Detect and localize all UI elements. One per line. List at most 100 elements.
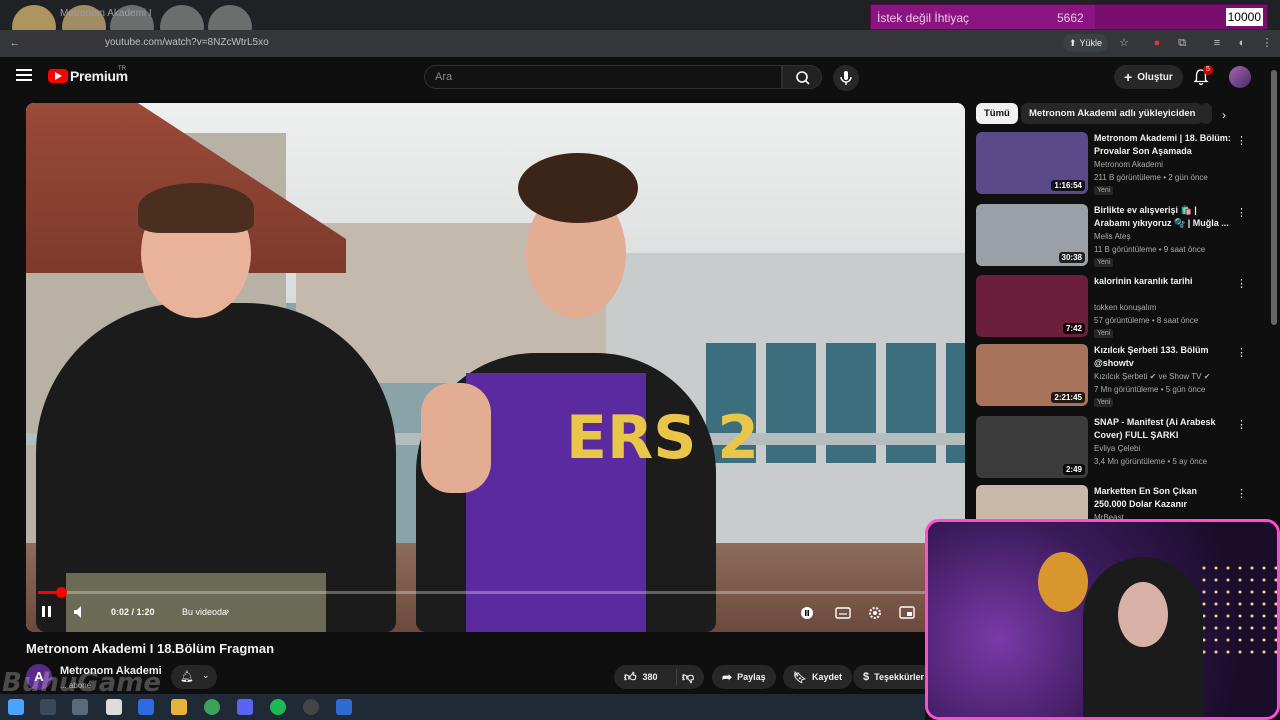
recommendation-meta: 7 Mn görüntüleme • 5 gün önce [1094,385,1206,394]
account-avatar[interactable] [1229,66,1251,88]
voice-search-button[interactable] [833,65,859,91]
like-button[interactable]: 👍︎ 380 [624,670,658,685]
donation-goal-current: 5662 [1057,11,1084,25]
more-options-icon[interactable]: ⋮ [1236,418,1247,431]
task-view-icon[interactable] [72,699,88,715]
recommendation-title[interactable]: Birlikte ev alışverişi 🛍️ | Arabamı yıkı… [1094,204,1232,230]
tab-title[interactable]: Metronom Akademi I [60,8,152,19]
video-thumbnail[interactable]: 30:38 [976,204,1088,266]
record-extension-icon[interactable]: ● [1150,36,1164,50]
page-scrollbar[interactable] [1271,70,1277,325]
pause-icon[interactable] [40,604,54,620]
upload-button[interactable]: ⬆ Yükle [1063,34,1109,52]
playlist-icon[interactable]: ≡ [1210,36,1224,50]
save-button[interactable]: 🔖︎ Kaydet [783,665,852,689]
captions-icon[interactable] [835,606,851,620]
url-text[interactable]: youtube.com/watch?v=8NZcWtrL5xo [105,37,269,48]
recommendation-item[interactable]: 30:38 Birlikte ev alışverişi 🛍️ | Arabamı… [976,204,1251,268]
obs-icon[interactable] [303,699,319,715]
extensions-icon[interactable]: ⧉ [1175,36,1189,50]
windows-start-icon[interactable] [8,699,24,715]
subscription-bell-button[interactable]: 🔔︎ ⌄ [171,665,217,689]
more-options-icon[interactable]: ⋮ [1236,206,1247,219]
chip-from-uploader[interactable]: Metronom Akademi adlı yükleyiciden [1021,103,1204,124]
volume-icon[interactable] [72,604,88,620]
recommendation-meta: 3,4 Mn görüntüleme • 5 ay önce [1094,457,1208,466]
video-thumbnail[interactable]: 2:21:45 [976,344,1088,406]
video-player[interactable]: ERS 2 0:02 / 1:20 Bu videoda › [26,103,965,632]
address-bar[interactable]: ← youtube.com/watch?v=8NZcWtrL5xo ⬆ Yükl… [0,30,1280,57]
recommendation-channel[interactable]: Evliya Çelebi [1094,444,1140,453]
dislike-button[interactable]: 👎︎ [682,670,694,685]
recommendation-channel[interactable]: tokken konuşalım [1094,303,1156,312]
duration-badge: 30:38 [1058,252,1085,263]
more-options-icon[interactable]: ⋮ [1236,277,1247,290]
seek-bar[interactable] [38,587,953,598]
player-controls: 0:02 / 1:20 Bu videoda › [26,598,965,632]
recommendation-channel[interactable]: Kızılcık Şerbeti ✔ ve Show TV ✔ [1094,372,1210,381]
autoplay-toggle-icon[interactable] [800,606,814,620]
share-button[interactable]: ➦ Paylaş [712,665,776,689]
recommendation-item[interactable]: 2:49 SNAP - Manifest (Ai Arabesk Cover) F… [976,416,1251,480]
duration-badge: 1:16:54 [1051,180,1085,191]
video-thumbnail[interactable]: 7:42 [976,275,1088,337]
search-button[interactable] [782,65,822,89]
settings-gear-icon[interactable] [867,605,883,621]
recommendation-title[interactable]: Marketten En Son Çıkan 250.000 Dolar Kaz… [1094,485,1232,511]
file-explorer-icon[interactable] [171,699,187,715]
recommendation-item[interactable]: 7:42 kalorinin karanlık tarihi tokken konu… [976,275,1251,339]
spotify-icon[interactable] [270,699,286,715]
chapter-button[interactable]: Bu videoda [182,607,227,617]
recommendation-title[interactable]: SNAP - Manifest (Ai Arabesk Cover) FULL … [1094,416,1232,442]
duration-badge: 7:42 [1062,323,1085,334]
miniplayer-icon[interactable] [899,606,915,620]
thumbs-up-icon: 👍︎ [624,669,637,684]
more-options-icon[interactable]: ⋮ [1236,487,1247,500]
recommendation-item[interactable]: Marketten En Son Çıkan 250.000 Dolar Kaz… [976,485,1251,519]
recommendation-title[interactable]: kalorinin karanlık tarihi [1094,275,1232,288]
youtube-logo-icon[interactable] [48,69,68,83]
upload-label: Yükle [1079,38,1103,48]
bell-icon: 🔔︎ [180,671,194,683]
create-button[interactable]: + Oluştur [1114,65,1183,89]
recommendation-item[interactable]: 2:21:45 Kızılcık Şerbeti 133. Bölüm @show… [976,344,1251,408]
recommendation-item[interactable]: 1:16:54 Metronom Akademi | 18. Bölüm: Pro… [976,132,1251,196]
video-thumbnail[interactable]: 1:16:54 [976,132,1088,194]
chevron-right-icon[interactable]: › [226,606,229,617]
video-thumbnail[interactable]: 2:49 [976,416,1088,478]
webcam-plush-toy [1038,552,1088,612]
recommendation-title[interactable]: Kızılcık Şerbeti 133. Bölüm @showtv [1094,344,1232,370]
more-options-icon[interactable]: ⋮ [1236,134,1247,147]
video-thumbnail[interactable] [976,485,1088,519]
new-badge: Yeni [1094,398,1114,407]
hamburger-menu-icon[interactable] [16,69,32,81]
recommendation-channel[interactable]: Melis Ateş [1094,232,1130,241]
microphone-icon [840,71,852,85]
more-menu-icon[interactable]: ⋮ [1260,36,1274,50]
zoom-icon[interactable] [138,699,154,715]
search-icon[interactable] [40,699,56,715]
chevron-down-icon: ⌄ [202,670,210,680]
discord-icon[interactable] [237,699,253,715]
recommendation-meta: 57 görüntüleme • 8 saat önce [1094,316,1199,325]
seek-bar-scrubber[interactable] [55,587,67,598]
back-arrow-icon[interactable]: ← [8,36,22,50]
app-icon[interactable] [106,699,122,715]
plus-icon: + [1124,69,1133,85]
chip-overflow[interactable] [1200,103,1212,124]
bookmark-star-icon[interactable]: ☆ [1117,36,1131,50]
region-code: TR [118,66,126,72]
search-icon [796,71,810,85]
app-icon[interactable] [336,699,352,715]
chevron-right-icon[interactable]: › [1222,108,1226,122]
new-badge: Yeni [1094,186,1114,195]
profile-icon[interactable]: ◐ [1235,36,1249,50]
chrome-icon[interactable] [204,699,220,715]
search-input[interactable]: Ara [424,65,782,89]
more-options-icon[interactable]: ⋮ [1236,346,1247,359]
streamer-watermark: BuhuGame [2,668,161,698]
recommendation-channel[interactable]: Metronom Akademi [1094,160,1163,169]
recommendation-title[interactable]: Metronom Akademi | 18. Bölüm: Provalar S… [1094,132,1232,158]
chip-all[interactable]: Tümü [976,103,1018,124]
thanks-button[interactable]: $ Teşekkürler [853,665,934,689]
